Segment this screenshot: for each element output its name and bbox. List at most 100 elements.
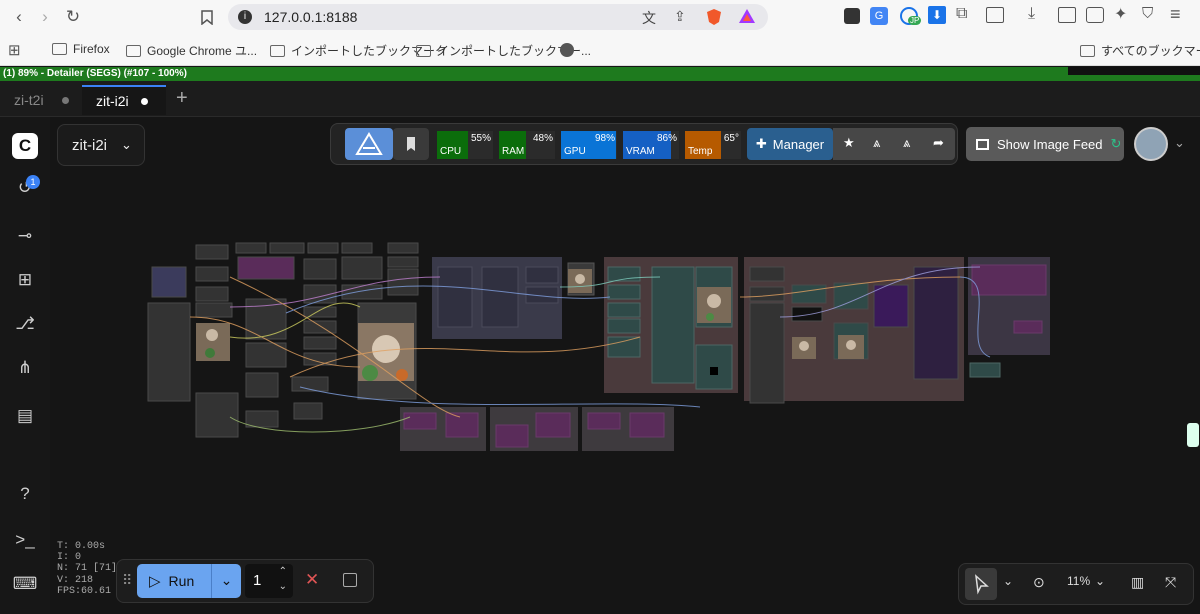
meter-label: RAM xyxy=(502,146,525,157)
zoom-level[interactable]: 11% xyxy=(1067,574,1090,588)
chevron-down-icon[interactable]: ⌄ xyxy=(1095,574,1105,588)
clear-queue-icon[interactable] xyxy=(343,573,357,587)
puzzle-icon: ✚ xyxy=(755,136,767,151)
fit-view-icon[interactable]: ⊙ xyxy=(1033,574,1045,591)
reload-icon[interactable]: ↻ xyxy=(62,6,84,28)
progress-bar: (1) 89% - Detailer (SEGS) (#107 - 100%) xyxy=(0,67,1200,81)
globe-icon[interactable] xyxy=(560,43,574,57)
bookmark-button[interactable] xyxy=(393,128,429,160)
workflow-tabs: zi-t2i zit-i2i + xyxy=(0,81,1200,117)
meter-temp: Temp 65° xyxy=(685,131,741,159)
vpn-shield-icon[interactable]: ⛉ xyxy=(1142,5,1153,22)
run-button[interactable]: ▷ Run ⌄ xyxy=(137,564,241,598)
tab-zit-i2i[interactable]: zit-i2i xyxy=(82,85,166,115)
extensions-icon[interactable]: ⧉ xyxy=(956,5,967,23)
meter-value: 86% xyxy=(656,133,677,144)
refresh-feed-icon: ↻ xyxy=(1110,136,1122,151)
show-image-feed-button[interactable]: Show Image Feed ↻ xyxy=(966,127,1124,161)
select-tool-icon[interactable] xyxy=(965,568,997,600)
minimap-icon[interactable]: ▥ xyxy=(1131,574,1144,591)
share-icon[interactable]: ⇪ xyxy=(674,8,686,25)
manager-tools: ★ ⩓ ⩓ ➦ xyxy=(833,128,955,160)
canvas-controls: ⌄ ⊙ 11% ⌄ ▥ ⤧ xyxy=(958,563,1194,605)
tab-zi-t2i[interactable]: zi-t2i xyxy=(14,85,69,115)
wallet-icon[interactable] xyxy=(1086,7,1104,23)
queue-badge: 1 xyxy=(26,175,40,189)
address-bar[interactable]: i 127.0.0.1:8188 文 ⇪ xyxy=(228,4,768,30)
url-text[interactable]: 127.0.0.1:8188 xyxy=(264,9,357,25)
node-library-icon[interactable]: ⊸ xyxy=(12,223,38,249)
translate-icon[interactable]: 文 xyxy=(642,8,656,28)
help-icon[interactable]: ? xyxy=(12,481,38,507)
forward-icon[interactable]: › xyxy=(34,6,56,28)
meter-ram: RAM 48% xyxy=(499,131,555,159)
unsaved-dot-icon xyxy=(140,97,148,105)
image-icon xyxy=(976,138,989,150)
workflow-selector[interactable]: zit-i2i ⌄ xyxy=(57,124,145,166)
manager-button[interactable]: ✚ Manager xyxy=(747,128,833,160)
chevron-down-icon[interactable]: ⌄ xyxy=(1174,135,1185,151)
folder-icon xyxy=(52,43,67,55)
bookmark-all[interactable]: すべてのブックマーク xyxy=(1080,42,1200,59)
brave-shield-icon[interactable] xyxy=(706,8,722,31)
avatar[interactable] xyxy=(1134,127,1168,161)
crystools-logo-icon[interactable] xyxy=(345,128,393,160)
terminal-icon[interactable]: >_ xyxy=(12,527,38,553)
back-icon[interactable]: ‹ xyxy=(8,6,30,28)
share-arrow-icon[interactable]: ➦ xyxy=(933,135,944,151)
comfy-logo-icon[interactable]: C xyxy=(12,133,38,159)
site-info-icon[interactable]: i xyxy=(238,10,252,24)
folder-icon xyxy=(270,44,285,57)
chevron-down-icon[interactable]: ⌄ xyxy=(1003,574,1013,588)
templates-icon[interactable]: ▤ xyxy=(12,403,38,429)
menu-icon[interactable]: ≡ xyxy=(1170,4,1181,25)
new-tab-icon[interactable]: + xyxy=(176,87,188,110)
batch-count-input[interactable]: 1 ⌃ ⌄ xyxy=(245,564,293,598)
apps-grid-icon[interactable]: ⊞ xyxy=(8,41,21,59)
folder-icon xyxy=(126,44,141,57)
unsaved-dot-icon xyxy=(61,96,69,104)
bookmark-icon[interactable] xyxy=(196,6,218,28)
workflows-icon[interactable]: ⎇ xyxy=(12,311,38,337)
run-bar: ⠿ ▷ Run ⌄ 1 ⌃ ⌄ ✕ xyxy=(116,559,374,603)
render-stats: T: 0.00s I: 0 N: 71 [71] V: 218 FPS:60.6… xyxy=(57,541,118,597)
model-library-icon[interactable]: ⊞ xyxy=(12,267,38,293)
leo-ai-icon[interactable]: ✦ xyxy=(1114,4,1127,24)
decrement-icon[interactable]: ⌄ xyxy=(279,581,287,592)
meter-value: 48% xyxy=(532,133,553,144)
meter-value: 98% xyxy=(594,133,615,144)
screenshot-icon[interactable] xyxy=(986,7,1004,23)
meter-value: 55% xyxy=(470,133,491,144)
extension-1-icon[interactable] xyxy=(844,8,860,24)
star-icon[interactable]: ★ xyxy=(843,135,855,151)
play-icon: ▷ xyxy=(149,573,161,590)
bookmark-firefox[interactable]: Firefox xyxy=(52,42,110,56)
link-visibility-icon[interactable]: ⤧ xyxy=(1165,574,1176,591)
download-ext-icon[interactable]: ⬇ xyxy=(928,6,946,24)
model-alt-icon[interactable]: ⩓ xyxy=(903,135,910,151)
meter-label: VRAM xyxy=(626,146,655,157)
model-icon[interactable]: ⩓ xyxy=(873,135,880,151)
cancel-run-icon[interactable]: ✕ xyxy=(305,570,319,590)
meter-cpu: CPU 55% xyxy=(437,131,493,159)
bookmark-chrome[interactable]: Google Chrome ユ... xyxy=(126,42,257,59)
progress-text: (1) 89% - Detailer (SEGS) (#107 - 100%) xyxy=(3,68,187,79)
google-translate-icon[interactable]: G xyxy=(870,7,888,25)
keyboard-icon[interactable]: ⌨ xyxy=(12,571,38,597)
chevron-down-icon[interactable]: ⌄ xyxy=(211,564,241,598)
brave-rewards-icon[interactable] xyxy=(738,8,756,29)
meter-label: CPU xyxy=(440,146,462,157)
sidebar-toggle-icon[interactable] xyxy=(1058,7,1076,23)
folder-icon xyxy=(416,44,431,57)
graph-canvas[interactable] xyxy=(0,117,1200,614)
language-badge: JP xyxy=(908,16,922,25)
meter-value: 65° xyxy=(723,133,739,144)
folder-icon xyxy=(1080,44,1095,57)
meter-label: GPU xyxy=(564,146,586,157)
node-tree-icon[interactable]: ⋔ xyxy=(12,355,38,381)
downloads-icon[interactable]: ⤓ xyxy=(1028,5,1035,23)
side-panel-toggle-icon[interactable] xyxy=(1187,423,1199,447)
chevron-down-icon: ⌄ xyxy=(121,137,132,152)
drag-handle-icon[interactable]: ⠿ xyxy=(122,572,132,589)
increment-icon[interactable]: ⌃ xyxy=(279,566,287,577)
